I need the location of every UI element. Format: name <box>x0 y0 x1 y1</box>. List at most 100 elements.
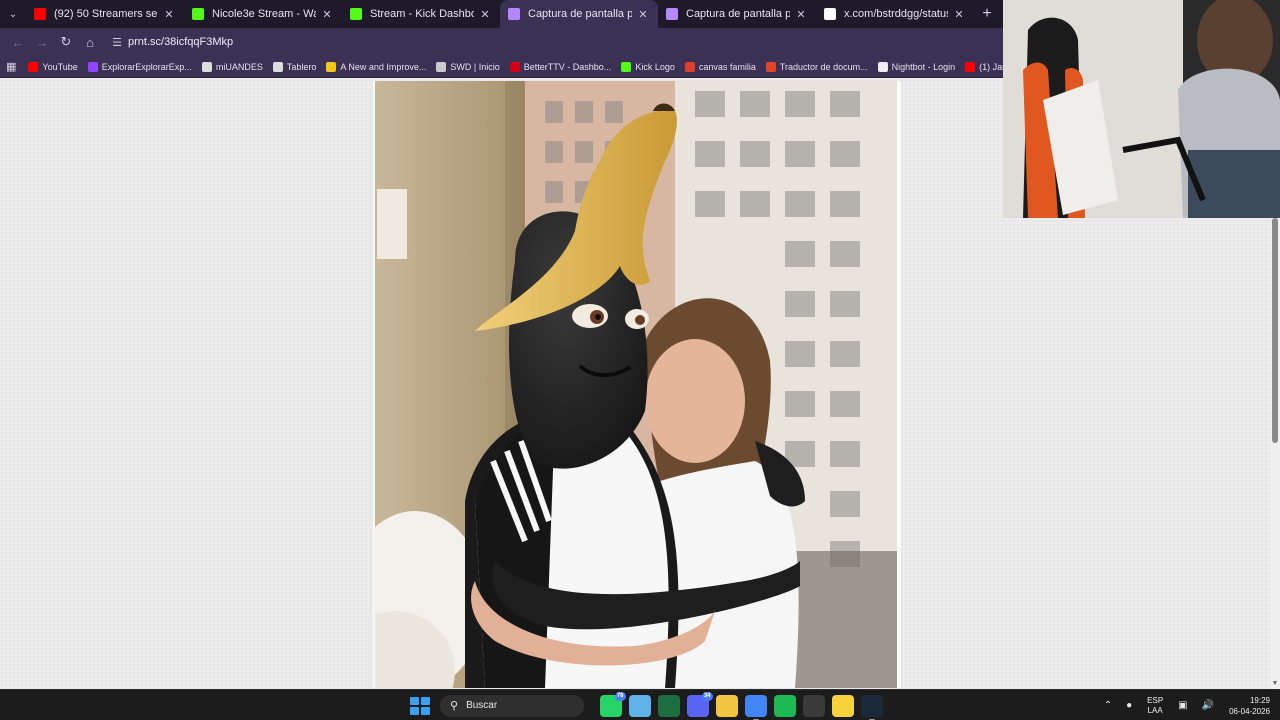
bookmark-item[interactable]: SWD | Inicio <box>436 61 500 72</box>
browser-tab[interactable]: Captura de pantalla por Lightsh ✕ <box>500 0 658 28</box>
chevron-up-icon[interactable]: ⌃ <box>1104 700 1112 711</box>
tab-title: Nicole3e Stream - Watch Live o <box>212 8 316 20</box>
discord-icon[interactable]: 34 <box>686 691 713 717</box>
notepad-icon[interactable] <box>628 694 651 717</box>
close-icon[interactable]: ✕ <box>794 8 808 21</box>
bookmark-label: Nightbot - Login <box>891 61 956 72</box>
clock[interactable]: 19:29 06-04-2026 <box>1229 695 1270 717</box>
browser-tab[interactable]: Nicole3e Stream - Watch Live o ✕ <box>184 0 342 28</box>
bookmark-item[interactable]: canvas familia <box>684 61 756 72</box>
taskbar-search-label: Buscar <box>466 700 498 711</box>
kick-icon <box>350 8 362 20</box>
bookmark-label: Kick Logo <box>635 61 675 72</box>
bookmarks-bar: ▦ YouTube ExplorarExplorarExp... miUANDES T… <box>0 56 1069 78</box>
excel-icon[interactable] <box>657 694 680 717</box>
tab-title: x.com/bstrddgg/status/13557 <box>844 8 948 20</box>
bookmark-item[interactable]: Tablero <box>272 61 317 72</box>
back-button[interactable]: ← <box>6 30 30 54</box>
search-icon: ⚲ <box>450 700 459 712</box>
youtube-icon <box>965 61 976 72</box>
system-tray: ⌃ ● ESP LAA ▣ 🔊 19:29 06-04-2026 <box>1097 690 1270 720</box>
bookmark-item[interactable]: ExplorarExplorarExp... <box>87 61 192 72</box>
close-icon[interactable]: ✕ <box>478 8 492 21</box>
microphone-icon[interactable]: ● <box>1126 700 1132 711</box>
forward-button[interactable]: → <box>30 30 54 54</box>
tab-title: Stream - Kick Dashboard <box>370 8 474 20</box>
taskbar-center: ⚲ Buscar 76 34 <box>408 690 886 720</box>
bookmark-label: canvas familia <box>698 61 756 72</box>
bookmark-item[interactable]: YouTube <box>28 61 78 72</box>
nightbot-icon <box>877 61 888 72</box>
volume-icon[interactable]: 🔊 <box>1202 700 1214 711</box>
site-info-icon[interactable]: ☰ <box>106 36 128 49</box>
page-icon <box>201 61 212 72</box>
reload-button[interactable]: ↻ <box>54 30 78 54</box>
x-icon <box>824 8 836 20</box>
bookmark-label: ExplorarExplorarExp... <box>101 61 192 72</box>
bookmark-label: YouTube <box>42 61 78 72</box>
windows-start-icon[interactable] <box>408 695 430 717</box>
whatsapp-icon[interactable]: 76 <box>599 691 626 717</box>
sticky-notes-icon[interactable] <box>831 694 854 717</box>
bookmark-item[interactable]: BetterTTV - Dashbo... <box>509 61 612 72</box>
tab-search-chevron-icon[interactable]: ⌄ <box>0 0 26 28</box>
kick-icon <box>192 8 204 20</box>
bookmark-item[interactable]: Traductor de docum... <box>765 61 868 72</box>
kick-icon <box>621 61 632 72</box>
input-language[interactable]: ESP LAA <box>1147 696 1163 716</box>
page-scrollbar[interactable]: ▼ <box>1270 218 1280 689</box>
tab-strip: ⌄ (92) 50 Streamers se Enfrentan✕Nicole3… <box>0 0 1004 28</box>
keyboard-layout: LAA <box>1147 705 1163 715</box>
webcam-overlay <box>1003 0 1280 218</box>
bookmark-label: SWD | Inicio <box>450 61 500 72</box>
apps-grid-icon[interactable]: ▦ <box>6 60 16 73</box>
close-icon[interactable]: ✕ <box>162 8 176 21</box>
browser-toolbar: ← → ↻ ⌂ ☰ prnt.sc/38icfqqF3Mkp <box>0 28 1004 56</box>
language-code: ESP <box>1147 695 1164 705</box>
browser-tab[interactable]: Captura de pantalla por Lightsh ✕ <box>658 0 816 28</box>
address-bar[interactable]: ☰ prnt.sc/38icfqqF3Mkp <box>106 31 1004 53</box>
swd-icon <box>436 61 447 72</box>
file-explorer-icon[interactable] <box>715 694 738 717</box>
bookmark-item[interactable]: A New and Improve... <box>326 61 427 72</box>
chrome-icon[interactable] <box>744 694 767 720</box>
bttv-icon <box>509 61 520 72</box>
bookmark-item[interactable]: Nightbot - Login <box>877 61 956 72</box>
webcam-feed <box>1003 0 1280 218</box>
windows-taskbar: ⚲ Buscar 76 34 ⌃ ● ESP LAA ▣ 🔊 19:29 06-0… <box>0 689 1280 720</box>
browser-tab[interactable]: (92) 50 Streamers se Enfrentan ✕ <box>26 0 184 28</box>
new-tab-button[interactable]: + <box>974 5 1000 23</box>
close-icon[interactable]: ✕ <box>320 8 334 21</box>
spotify-icon[interactable] <box>773 694 796 717</box>
lightshot-icon <box>666 8 678 20</box>
scrollbar-thumb[interactable] <box>1272 218 1278 443</box>
browser-tab[interactable]: x.com/bstrddgg/status/13557 ✕ <box>816 0 974 28</box>
address-url: prnt.sc/38icfqqF3Mkp <box>128 36 234 48</box>
browser-tab[interactable]: Stream - Kick Dashboard ✕ <box>342 0 500 28</box>
display-icon[interactable]: ▣ <box>1178 700 1187 711</box>
taskbar-search[interactable]: ⚲ Buscar <box>440 694 584 717</box>
screenshot-image <box>373 81 901 688</box>
bookmark-label: BetterTTV - Dashbo... <box>523 61 612 72</box>
tab-title: Captura de pantalla por Lightsh <box>686 8 790 20</box>
bookmark-label: A New and Improve... <box>340 61 427 72</box>
clock-time: 19:29 <box>1249 695 1270 705</box>
youtube-icon <box>34 8 46 20</box>
bookmark-label: miUANDES <box>215 61 263 72</box>
photo-illustration <box>375 81 897 688</box>
bookmark-item[interactable]: miUANDES <box>201 61 263 72</box>
tab-title: Captura de pantalla por Lightsh <box>528 8 632 20</box>
bookmark-label: Traductor de docum... <box>779 61 868 72</box>
close-icon[interactable]: ✕ <box>636 8 650 21</box>
notification-badge: 76 <box>614 691 626 701</box>
bookmark-label: Tablero <box>286 61 317 72</box>
home-button[interactable]: ⌂ <box>78 30 102 54</box>
obs-icon[interactable] <box>802 694 825 717</box>
bulb-icon <box>326 61 337 72</box>
scroll-down-arrow-icon[interactable]: ▼ <box>1271 680 1279 687</box>
steam-icon[interactable] <box>860 694 883 720</box>
clock-date: 06-04-2026 <box>1229 706 1270 716</box>
twitch-icon <box>87 61 98 72</box>
bookmark-item[interactable]: Kick Logo <box>621 61 675 72</box>
close-icon[interactable]: ✕ <box>952 8 966 21</box>
